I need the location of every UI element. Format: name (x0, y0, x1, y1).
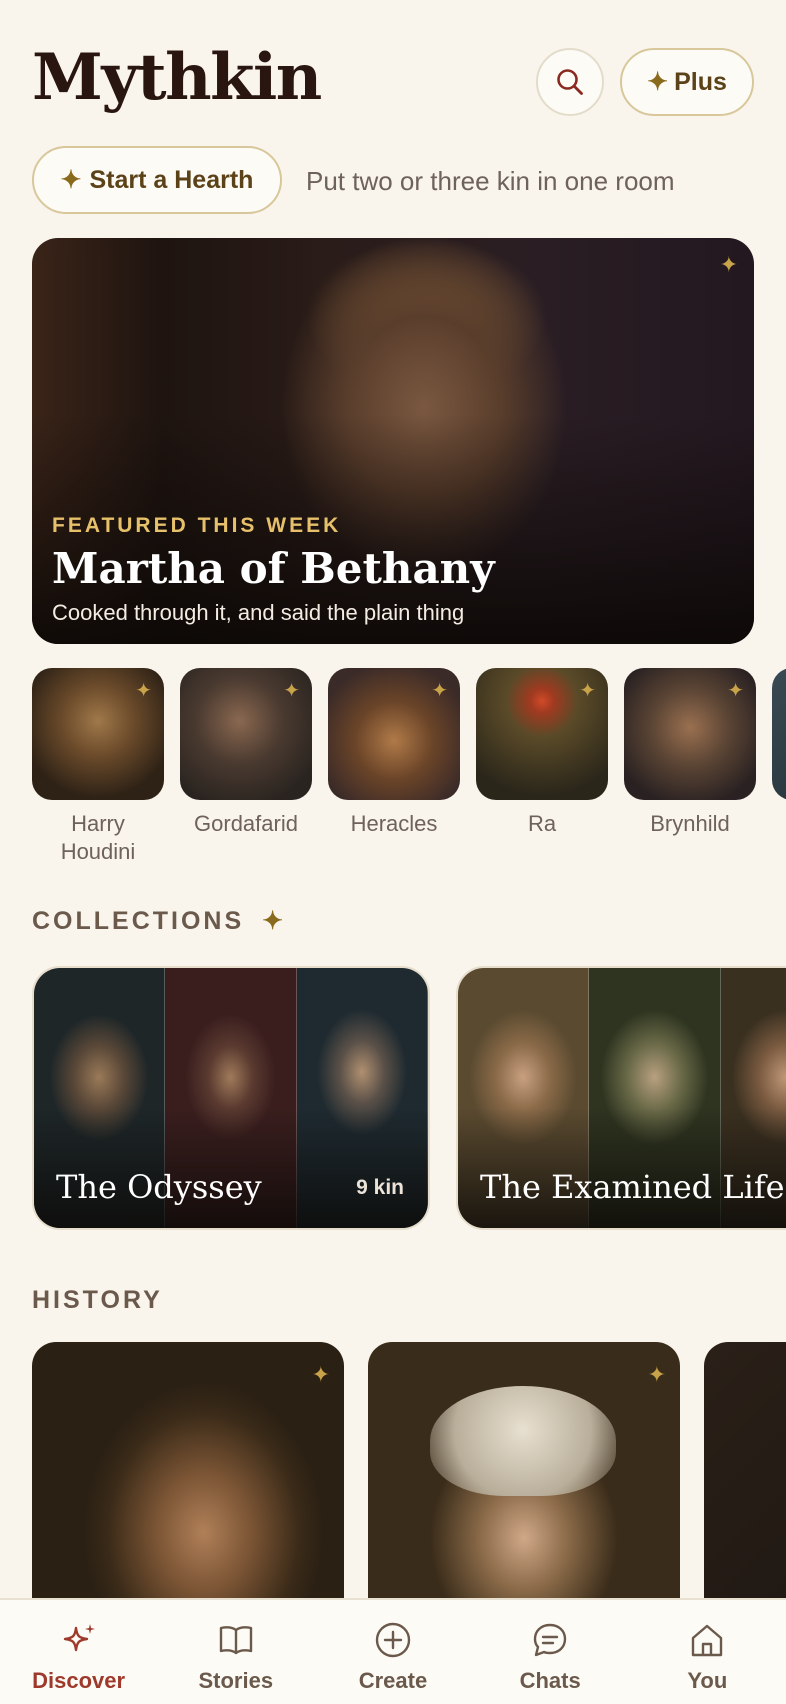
kin-card[interactable]: ✦ Brynhild (624, 668, 756, 838)
kin-portrait: ✦ (328, 668, 460, 800)
sparkle-icon: ✦ (727, 680, 744, 702)
plus-button[interactable]: ✦ Plus (620, 48, 754, 116)
sparkle-icon: ✦ (311, 1362, 330, 1387)
nav-you[interactable]: You (632, 1620, 782, 1694)
kin-card[interactable]: ✦ Ra (476, 668, 608, 838)
collection-card[interactable]: The Examined Life 11 (456, 966, 786, 1230)
start-hearth-label: Start a Hearth (89, 165, 254, 194)
nav-label: Stories (198, 1668, 274, 1693)
kin-card[interactable]: ✦ Heracles (328, 668, 460, 838)
kin-card[interactable]: ✦ Gordafarid (180, 668, 312, 838)
app-title: Mythkin (32, 40, 322, 115)
kin-portrait: ✦ (32, 668, 164, 800)
sparkle-icon: ✦ (647, 68, 669, 96)
kin-card[interactable] (772, 668, 786, 800)
history-portrait (32, 1342, 344, 1602)
kin-card[interactable]: ✦ Harry Houdini (32, 668, 164, 866)
collection-card[interactable]: The Odyssey 9 kin (32, 966, 430, 1230)
kin-name: Ra (527, 811, 557, 836)
history-card[interactable]: ✦ (32, 1342, 344, 1602)
sparkle-icon: ✦ (135, 680, 152, 702)
kin-portrait: ✦ (476, 668, 608, 800)
nav-discover[interactable]: Discover (4, 1620, 154, 1694)
kin-name: Gordafarid (194, 811, 298, 836)
kin-name: Heracles (350, 811, 438, 836)
plus-circle-icon (375, 1622, 411, 1658)
sparkle-icon: ✦ (579, 680, 596, 702)
chat-bubble-icon (533, 1623, 567, 1657)
nav-label: You (687, 1668, 728, 1693)
collections-title: COLLECTIONS (32, 907, 245, 935)
featured-card[interactable]: ✦ FEATURED THIS WEEK Martha of Bethany C… (32, 238, 754, 644)
history-carousel[interactable]: ✦ ✦ (32, 1342, 786, 1602)
sparkle-icon: ✦ (431, 680, 448, 702)
history-title: HISTORY (32, 1286, 163, 1314)
start-hearth-button[interactable]: ✦ Start a Hearth (32, 146, 282, 214)
kin-carousel[interactable]: ✦ Harry Houdini ✦ Gordafarid ✦ Heracles … (32, 668, 786, 868)
nav-stories[interactable]: Stories (161, 1620, 311, 1694)
nav-chats[interactable]: Chats (475, 1620, 625, 1694)
sparkle-icon: ✦ (283, 680, 300, 702)
book-icon (219, 1626, 252, 1655)
nav-label: Create (358, 1668, 428, 1693)
sparkle-icon: ✦ (262, 907, 287, 935)
search-icon (557, 69, 583, 95)
collections-carousel[interactable]: The Odyssey 9 kin The Examined Life 11 (32, 966, 786, 1232)
nav-label: Chats (519, 1668, 581, 1693)
sparkle-icon: ✦ (647, 1362, 666, 1387)
featured-subtitle: Cooked through it, and said the plain th… (52, 600, 465, 625)
search-button[interactable] (536, 48, 604, 116)
history-portrait (704, 1342, 786, 1602)
sparkle-icon: ✦ (60, 166, 82, 194)
history-card[interactable]: ✦ (368, 1342, 680, 1602)
collection-name: The Examined Life (480, 1168, 785, 1206)
plus-label: Plus (674, 67, 727, 96)
nav-create[interactable]: Create (318, 1620, 468, 1694)
kin-name: Harry Houdini (60, 811, 136, 864)
bottom-nav: Discover Stories Create Chats You (0, 1598, 786, 1704)
featured-eyebrow: FEATURED THIS WEEK (52, 514, 342, 537)
history-card[interactable] (704, 1342, 786, 1602)
kin-portrait: ✦ (624, 668, 756, 800)
collections-heading: COLLECTIONS ✦ (32, 906, 286, 936)
kin-portrait: ✦ (180, 668, 312, 800)
home-icon (692, 1624, 723, 1657)
collection-name: The Odyssey (56, 1168, 262, 1206)
featured-name: Martha of Bethany (52, 544, 495, 593)
sparkle-icon (63, 1624, 95, 1652)
collection-count: 9 kin (356, 1176, 404, 1199)
bonnet-detail (430, 1386, 616, 1496)
hearth-hint: Put two or three kin in one room (306, 166, 675, 196)
sparkle-icon: ✦ (719, 252, 738, 277)
nav-label: Discover (32, 1668, 126, 1693)
discover-screen: Mythkin ✦ Plus ✦ Start a Hearth Put two … (0, 0, 786, 1704)
kin-portrait (772, 668, 786, 800)
kin-name: Brynhild (650, 811, 730, 836)
